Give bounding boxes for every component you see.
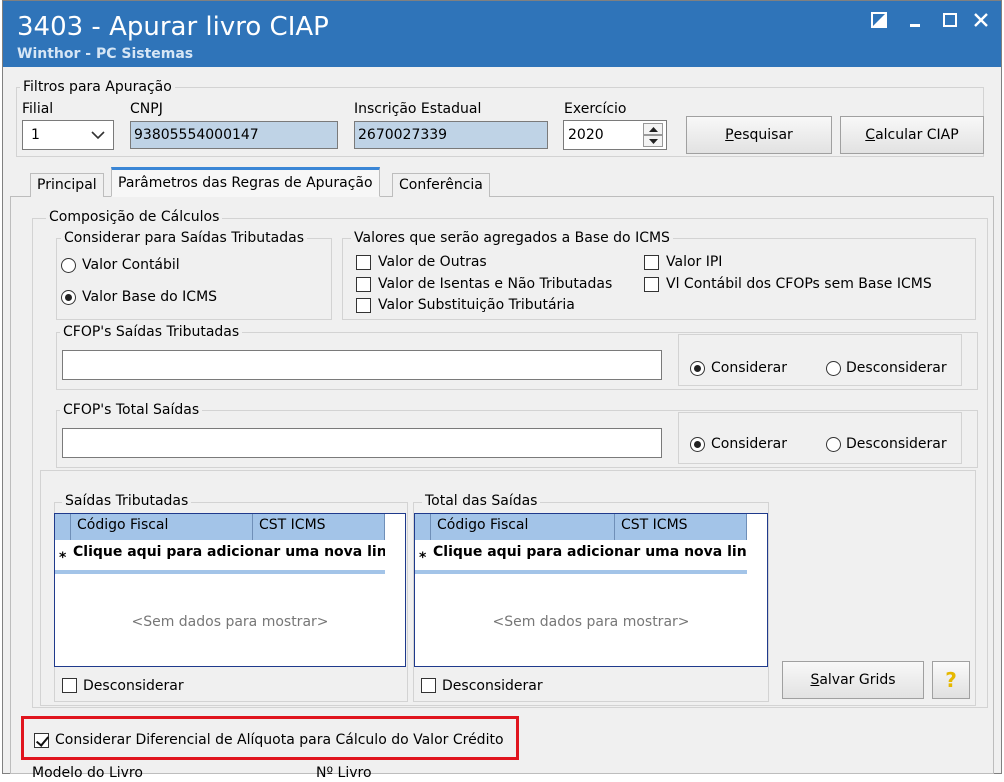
grid-total-empty-text: <Sem dados para mostrar> (492, 614, 690, 630)
cfop-saidas-input[interactable] (62, 350, 662, 380)
cnpj-label: CNPJ (130, 101, 163, 117)
spin-up-button[interactable] (643, 123, 663, 135)
filial-select[interactable]: 1 (22, 120, 114, 150)
exercicio-label: Exercício (564, 101, 627, 117)
filters-group-label: Filtros para Apuração (20, 79, 175, 95)
chk-diferencial-aliquota-label: Considerar Diferencial de Alíquota para … (55, 732, 504, 748)
maximize-icon[interactable] (938, 9, 962, 31)
window-title: 3403 - Apurar livro CIAP (17, 12, 329, 42)
chk-grid-total-desconsiderar-label: Desconsiderar (442, 678, 543, 694)
radio-cfop-saidas-considerar[interactable] (690, 361, 705, 376)
grid-saidas-indicator-col (55, 514, 71, 540)
grid-total-new-row[interactable]: * Clique aqui para adicionar uma nova li… (415, 540, 747, 574)
cfop-saidas-group-label: CFOP's Saídas Tributadas (60, 324, 243, 340)
grid-saidas-col-codigo[interactable]: Código Fiscal (71, 514, 253, 540)
chk-valor-st[interactable] (356, 298, 371, 313)
grid-total-new-row-text: Clique aqui para adicionar uma nova linh… (433, 544, 747, 560)
grid-saidas-new-row-text: Clique aqui para adicionar uma nova linh… (73, 544, 385, 560)
grid-total-indicator-col (415, 514, 431, 540)
new-row-asterisk-icon: * (419, 550, 427, 566)
chk-valor-outras-label: Valor de Outras (378, 254, 487, 270)
grid-total[interactable]: Código Fiscal CST ICMS * Clique aqui par… (414, 513, 768, 667)
radio-cfop-saidas-desconsiderar-label: Desconsiderar (846, 360, 947, 376)
grid-total-header: Código Fiscal CST ICMS (415, 514, 747, 540)
new-row-asterisk-icon: * (59, 550, 67, 566)
cnpj-field[interactable]: 93805554000147 (130, 121, 338, 149)
window-subtitle: Winthor - PC Sistemas (17, 46, 194, 62)
ie-label: Inscrição Estadual (354, 101, 482, 117)
agregados-group-label: Valores que serão agregados a Base do IC… (351, 230, 673, 246)
radio-cfop-total-desconsiderar[interactable] (826, 437, 841, 452)
filial-value: 1 (31, 127, 40, 143)
grid-saidas-header: Código Fiscal CST ICMS (55, 514, 385, 540)
saidas-tributadas-option-group (56, 238, 332, 320)
radio-cfop-total-desconsiderar-label: Desconsiderar (846, 436, 947, 452)
chk-valor-isentas-label: Valor de Isentas e Não Tributadas (378, 276, 613, 292)
cfop-total-group-label: CFOP's Total Saídas (60, 402, 203, 418)
chk-cfop-sem-base[interactable] (644, 277, 659, 292)
arrow-down-icon (649, 139, 658, 144)
chk-valor-outras[interactable] (356, 255, 371, 270)
grid-saidas-new-row[interactable]: * Clique aqui para adicionar uma nova li… (55, 540, 385, 574)
radio-cfop-saidas-desconsiderar[interactable] (826, 361, 841, 376)
help-button[interactable]: ? (932, 661, 970, 699)
radio-valor-contabil-label: Valor Contábil (82, 257, 180, 273)
modelo-livro-label: Modelo do Livro (32, 765, 143, 781)
close-icon[interactable] (969, 9, 993, 31)
spin-down-button[interactable] (643, 135, 663, 147)
ie-field[interactable]: 2670027339 (354, 121, 548, 149)
filial-label: Filial (22, 101, 54, 117)
grid-total-col-codigo[interactable]: Código Fiscal (431, 514, 615, 540)
radio-cfop-saidas-considerar-label: Considerar (711, 360, 787, 376)
tab-principal[interactable]: Principal (30, 173, 104, 197)
chk-diferencial-aliquota[interactable] (34, 733, 49, 748)
radio-valor-base-icms-label: Valor Base do ICMS (82, 289, 218, 305)
chk-grid-saidas-desconsiderar-label: Desconsiderar (83, 678, 184, 694)
radio-cfop-total-considerar[interactable] (690, 437, 705, 452)
chk-grid-saidas-desconsiderar[interactable] (62, 678, 77, 693)
grid-saidas[interactable]: Código Fiscal CST ICMS * Clique aqui par… (54, 513, 406, 667)
tab-parametros[interactable]: Parâmetros das Regras de Apuração (111, 167, 380, 197)
saidas-tributadas-option-label: Considerar para Saídas Tributadas (61, 230, 307, 246)
calcular-ciap-button[interactable]: Calcular CIAP (840, 116, 984, 154)
chk-valor-ipi[interactable] (644, 255, 659, 270)
chevron-down-icon (91, 131, 105, 140)
chk-valor-st-label: Valor Substituição Tributária (378, 297, 575, 313)
grid-total-col-cst[interactable]: CST ICMS (615, 514, 747, 540)
exercicio-spinner[interactable]: 2020 (563, 120, 667, 150)
radio-cfop-total-considerar-label: Considerar (711, 436, 787, 452)
salvar-grids-button[interactable]: Salvar Grids (782, 661, 924, 699)
chk-valor-ipi-label: Valor IPI (666, 254, 723, 270)
grid-saidas-empty-text: <Sem dados para mostrar> (131, 614, 329, 630)
title-bar[interactable]: 3403 - Apurar livro CIAP Winthor - PC Si… (3, 1, 1001, 67)
chk-valor-isentas[interactable] (356, 277, 371, 292)
minimize-icon[interactable] (904, 9, 928, 31)
pesquisar-button[interactable]: Pesquisar (686, 116, 832, 154)
cfop-total-input[interactable] (62, 428, 662, 458)
restore-icon[interactable] (867, 9, 891, 31)
exercicio-value: 2020 (568, 127, 604, 143)
grid-saidas-col-cst[interactable]: CST ICMS (253, 514, 385, 540)
grid-total-group-label: Total das Saídas (422, 493, 541, 509)
chk-cfop-sem-base-label: Vl Contábil dos CFOPs sem Base ICMS (666, 276, 932, 292)
chk-grid-total-desconsiderar[interactable] (421, 678, 436, 693)
radio-valor-contabil[interactable] (61, 258, 76, 273)
num-livro-label: Nº Livro (316, 765, 372, 781)
composicao-group-label: Composição de Cálculos (46, 209, 223, 225)
tab-conferencia[interactable]: Conferência (392, 173, 490, 197)
arrow-up-icon (649, 127, 658, 132)
grid-saidas-group-label: Saídas Tributadas (62, 493, 192, 509)
help-question-icon: ? (945, 668, 957, 692)
radio-valor-base-icms[interactable] (61, 290, 76, 305)
